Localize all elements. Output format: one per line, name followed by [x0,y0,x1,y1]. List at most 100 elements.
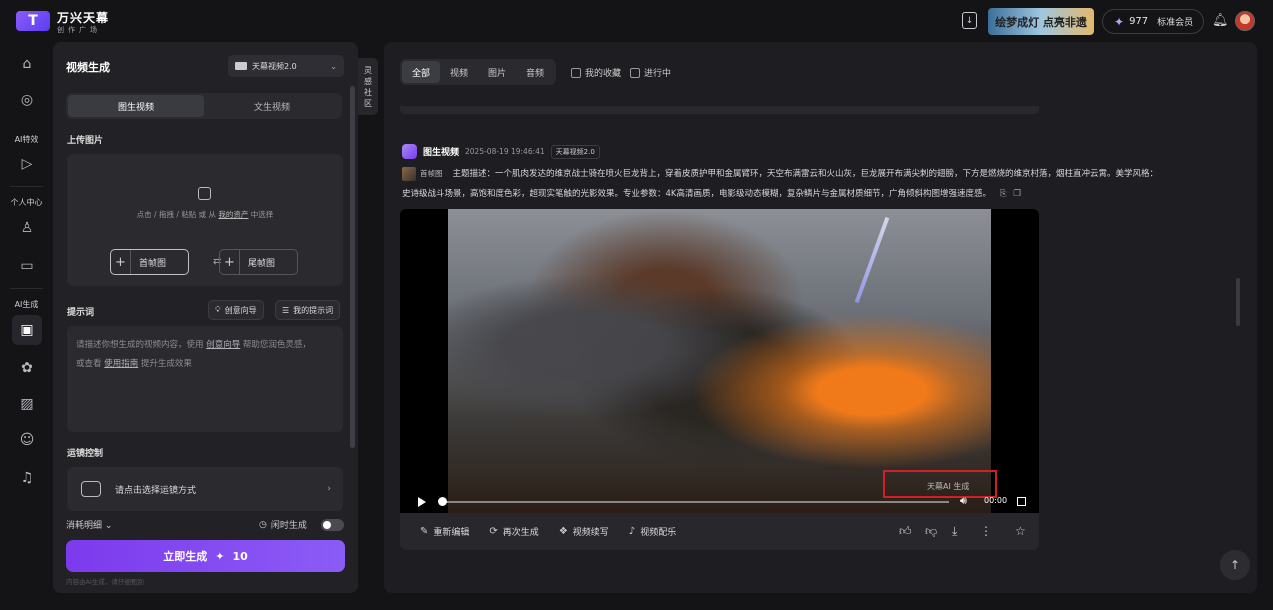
copy-icon[interactable]: ⎘ [1000,189,1007,199]
home-icon[interactable]: ⌂ [17,54,37,74]
back-to-top-icon[interactable]: ↑ [1220,550,1250,580]
my-assets-link[interactable]: 我的资产 [218,210,248,219]
rail-divider [10,288,43,289]
last-frame-button[interactable]: + 尾帧图 [219,249,298,275]
usage-guide-link[interactable]: 使用指南 [104,359,138,369]
duplicate-icon[interactable]: ❐ [1013,189,1021,199]
avatar-gen-icon[interactable]: ☺ [17,430,37,450]
seek-handle[interactable] [438,497,447,506]
app-title[interactable]: 万兴天幕 [57,9,109,26]
tab-video[interactable]: 视频 [440,61,478,83]
first-frame-button[interactable]: + 首帧图 [110,249,189,275]
generate-button[interactable]: 立即生成 ✦ 10 [66,540,345,572]
filter-tabs: 全部 视频 图片 音频 [400,59,557,85]
promo-banner[interactable]: 绘梦成灯 点亮非遗 [988,8,1094,35]
fullscreen-icon[interactable] [1017,497,1026,506]
tab-all[interactable]: 全部 [402,61,441,83]
upload-hint: 点击 / 拖拽 / 粘贴 或 从 我的资产 中选择 [136,210,274,219]
prompt-label: 提示词 [67,308,95,318]
results-panel: 全部 视频 图片 音频 我的收藏 进行中 图生视频 2025-08-19 19:… [384,42,1257,593]
model-select-value: 天幕视频2.0 [252,61,297,71]
play-icon[interactable] [418,497,426,507]
idle-generation-label: ◷ 闲时生成 [259,519,307,532]
star-icon[interactable]: ☆ [1015,524,1026,538]
clock-icon: ◷ [259,519,267,530]
edit-icon: ✎ [420,526,429,537]
cost-details-toggle[interactable]: 消耗明细 ⌄ [66,518,112,531]
bulb-icon: 💡︎ [215,305,221,314]
reference-thumbnail[interactable] [402,166,416,181]
video-time: 00:00 [984,496,1008,505]
left-rail: ⌂ ◎ AI特效 ▷ 个人中心 ♙ ▭ AI生成 ▣ ✿ ▨ ☺ ♫ [0,42,53,610]
re-edit-button[interactable]: ✎ 重新编辑 [420,525,469,538]
rail-label-personal: 个人中心 [10,198,43,207]
seek-bar[interactable] [441,501,949,503]
card-description: 首帧图 主题描述：一个肌肉发达的维京战士骑在喷火巨龙背上，穿着皮质护甲和金属臂环，… [402,164,1226,204]
upload-label: 上传图片 [67,136,104,146]
bell-icon[interactable]: 🔔︎ [1212,13,1229,28]
tab-image[interactable]: 图片 [478,61,516,83]
model-icon [235,62,247,70]
camera-icon [81,481,101,497]
top-bar: T 万兴天幕 创作广场 ↓ 绘梦成灯 点亮非遗 ✦ 977 标准会员 🔔︎ [0,0,1273,42]
idle-generation-toggle[interactable] [321,519,344,531]
app-logo-icon[interactable]: T [16,11,50,31]
tab-image-to-video[interactable]: 图生视频 [68,95,204,117]
video-music-button[interactable]: ♪ 视频配乐 [629,525,676,538]
member-level: 标准会员 [1157,18,1194,28]
download-icon[interactable]: ↓ [962,12,977,29]
app-subtitle: 创作广场 [57,26,101,34]
volume-icon[interactable]: 🔊︎ [960,494,967,508]
music-note-icon: ♪ [628,526,636,537]
download-icon[interactable]: ⤓ [952,524,957,539]
inspiration-community-tab[interactable]: 灵 感 社 区 [358,58,378,115]
video-extend-button[interactable]: ❖ 视频续写 [559,525,609,538]
credits-pill[interactable]: ✦ 977 标准会员 [1102,9,1204,34]
thumbs-up-icon[interactable]: 👍︎ [899,524,912,539]
creative-wizard-link[interactable]: 创意向导 [206,340,240,350]
chevron-down-icon: ⌄ [330,61,337,71]
regenerate-button[interactable]: ⟳ 再次生成 [489,525,538,538]
my-prompts-button[interactable]: ☰ 我的提示词 [275,300,341,320]
favorites-checkbox[interactable]: 我的收藏 [571,66,621,79]
panel-scrollbar[interactable] [350,86,355,448]
camera-label: 运镜控制 [67,449,104,459]
creative-wizard-button[interactable]: 💡︎ 创意向导 [208,300,264,320]
mode-tabs: 图生视频 文生视频 [66,93,342,119]
video-player[interactable]: 天幕AI 生成 🔊︎ 00:00 [400,209,1039,513]
image-edit-icon[interactable]: ▨ [17,394,37,414]
list-icon: ☰ [282,305,290,315]
card-header: 图生视频 2025-08-19 19:46:41 天幕视频2.0 [402,144,600,159]
checkbox-icon [571,67,581,78]
plus-icon: + [220,250,240,274]
effects-icon[interactable]: ▷ [17,154,37,174]
reference-tag: 首帧图 [420,169,443,178]
image-upload-area[interactable]: 点击 / 拖拽 / 粘贴 或 从 我的资产 中选择 + 首帧图 ⇄ + 尾帧图 [67,154,343,286]
model-select[interactable]: 天幕视频2.0 ⌄ [228,55,344,77]
ai-disclaimer: 内容由AI生成，请仔细甄别 [66,578,144,586]
tab-text-to-video[interactable]: 文生视频 [204,95,340,117]
chevron-right-icon: › [327,484,331,494]
prompt-input[interactable]: 请描述你想生成的视频内容，使用 创意向导 帮助您润色灵感， 或查看 使用指南 提… [67,326,343,432]
extend-icon: ❖ [558,526,568,537]
results-scrollbar[interactable] [1236,278,1240,326]
panel-title: 视频生成 [66,61,110,74]
card-model-badge: 天幕视频2.0 [550,144,600,159]
video-frame [448,209,991,513]
video-gen-icon[interactable]: ▣ [12,315,42,345]
music-icon[interactable]: ♫ [17,468,37,488]
in-progress-checkbox[interactable]: 进行中 [630,66,671,79]
user-icon[interactable]: ♙ [17,218,37,238]
more-icon[interactable]: ⋮ [980,524,992,538]
thumbs-down-icon[interactable]: 👎︎ [925,524,937,539]
camera-control-select[interactable]: 请点击选择运镜方式 › [67,467,343,511]
previous-card-edge [400,106,1039,114]
card-actions: ✎ 重新编辑 ⟳ 再次生成 ❖ 视频续写 ♪ 视频配乐 👍︎ 👎︎ ⤓ ⋮ ☆ [400,513,1039,550]
compass-icon[interactable]: ◎ [17,90,37,110]
tab-audio[interactable]: 音频 [516,61,554,83]
refresh-icon: ⟳ [489,526,498,537]
folder-icon[interactable]: ▭ [17,256,37,276]
image-gen-icon[interactable]: ✿ [17,358,37,378]
watermark-text: 天幕AI 生成 [927,482,970,491]
avatar[interactable] [1235,11,1255,31]
